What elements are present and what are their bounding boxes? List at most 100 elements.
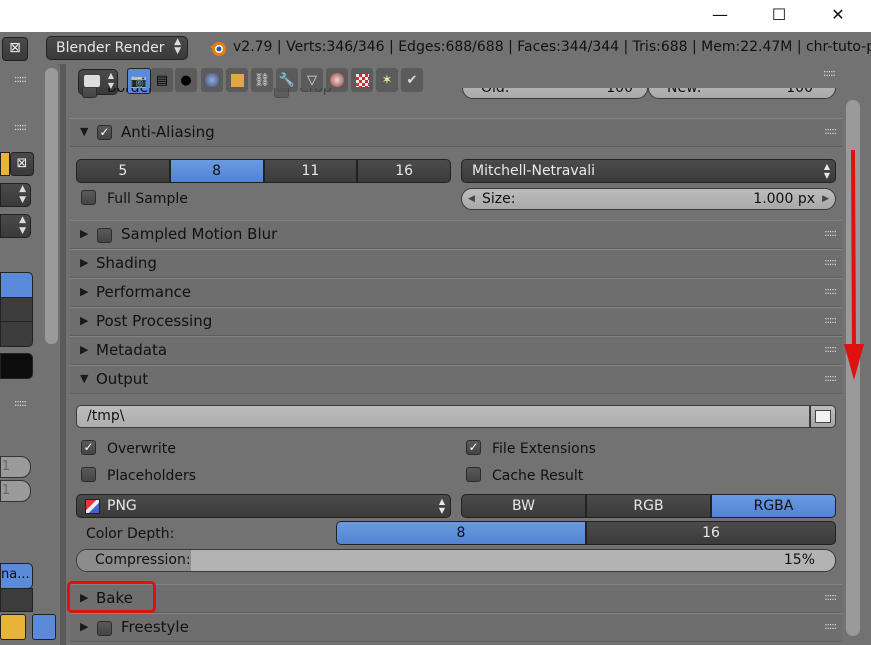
crop-checkbox[interactable] bbox=[274, 88, 289, 98]
drag-grip-icon[interactable]: ::::: bbox=[824, 126, 837, 137]
drag-grip-icon[interactable]: ::::: bbox=[824, 592, 837, 603]
folder-icon bbox=[815, 409, 831, 423]
drag-grip-icon[interactable]: ::::: bbox=[14, 122, 27, 133]
shading-section-header[interactable]: ▶ Shading ::::: bbox=[70, 249, 842, 278]
drag-grip-icon[interactable]: ::::: bbox=[824, 344, 837, 355]
color-mode-rgba[interactable]: RGBA bbox=[711, 494, 836, 518]
left-list-item[interactable] bbox=[0, 297, 33, 323]
aa-filter-dropdown[interactable]: Mitchell-Netravali ▲ ▼ bbox=[461, 159, 836, 183]
cache-result-label: Cache Result bbox=[492, 468, 584, 484]
file-format-dropdown[interactable]: PNG ▲ ▼ bbox=[76, 494, 451, 518]
left-scrollbar[interactable] bbox=[45, 68, 58, 344]
output-path-value: /tmp\ bbox=[87, 408, 125, 424]
left-number-field[interactable]: 1 bbox=[0, 456, 31, 478]
bake-highlight-box bbox=[67, 581, 156, 613]
aa-sample-5[interactable]: 5 bbox=[76, 159, 170, 183]
aa-sample-8[interactable]: 8 bbox=[169, 159, 264, 183]
compression-label: Compression: bbox=[95, 552, 191, 568]
left-list-selected[interactable] bbox=[0, 272, 33, 299]
drag-grip-icon[interactable]: ::::: bbox=[14, 398, 27, 409]
expanded-triangle-icon: ▼ bbox=[80, 125, 89, 138]
drag-grip-icon[interactable]: ::::: bbox=[824, 228, 837, 239]
image-editor-icon[interactable] bbox=[0, 614, 26, 640]
updown-arrows-icon: ▲ ▼ bbox=[438, 497, 445, 515]
placeholders-label: Placeholders bbox=[107, 468, 197, 484]
color-mode-rgb[interactable]: RGB bbox=[586, 494, 711, 518]
output-path-input[interactable]: /tmp\ bbox=[76, 405, 810, 428]
full-sample-checkbox[interactable] bbox=[81, 190, 96, 205]
overwrite-checkbox[interactable]: ✓ bbox=[81, 440, 96, 455]
folder-icon[interactable] bbox=[0, 152, 10, 176]
left-buttons: ⊠ bbox=[0, 152, 34, 176]
anti-aliasing-section-header[interactable]: ▼ ✓ Anti-Aliasing ::::: bbox=[70, 118, 842, 147]
crop-label: Crop bbox=[299, 88, 332, 96]
compression-slider[interactable]: Compression: 15% bbox=[76, 549, 836, 572]
aa-samples-selector: 5 8 11 16 bbox=[76, 159, 451, 183]
placeholders-checkbox[interactable] bbox=[81, 467, 96, 482]
left-selected-button[interactable]: na... bbox=[0, 563, 33, 589]
browse-folder-button[interactable] bbox=[810, 405, 836, 428]
color-depth-label: Color Depth: bbox=[86, 526, 175, 542]
time-new-field[interactable]: New: 100 bbox=[648, 88, 836, 99]
maximize-button[interactable]: ☐ bbox=[756, 0, 802, 28]
grid-icon[interactable] bbox=[32, 614, 56, 640]
increment-arrow-icon[interactable]: ▶ bbox=[822, 189, 829, 209]
left-list-item[interactable] bbox=[0, 321, 33, 347]
new-label: New: bbox=[667, 88, 702, 96]
sampled-motion-blur-section-header[interactable]: ▶ Sampled Motion Blur ::::: bbox=[70, 220, 842, 249]
aa-sample-11[interactable]: 11 bbox=[263, 159, 358, 183]
bake-section-header[interactable]: ▶ Bake ::::: bbox=[70, 584, 842, 613]
left-dropdown-1[interactable]: ▲ ▼ bbox=[0, 183, 31, 207]
close-icon: ✕ bbox=[831, 4, 845, 24]
anti-aliasing-checkbox[interactable]: ✓ bbox=[97, 125, 112, 140]
file-format-label: PNG bbox=[107, 498, 137, 514]
scroll-down-annotation-arrow-icon bbox=[844, 149, 864, 380]
properties-icon bbox=[84, 75, 100, 87]
border-checkbox[interactable] bbox=[82, 88, 97, 98]
metadata-title: Metadata bbox=[96, 341, 168, 359]
metadata-section-header[interactable]: ▶ Metadata ::::: bbox=[70, 336, 842, 365]
filter-size-field[interactable]: ◀ Size: 1.000 px ▶ bbox=[461, 188, 836, 210]
drag-grip-icon[interactable]: ::::: bbox=[824, 373, 837, 384]
collapsed-triangle-icon: ▶ bbox=[80, 256, 89, 269]
drag-grip-icon[interactable]: ::::: bbox=[823, 68, 836, 79]
color-depth-8[interactable]: 8 bbox=[336, 521, 586, 545]
x-icon: ⊠ bbox=[9, 40, 21, 56]
cache-result-checkbox[interactable] bbox=[466, 467, 481, 482]
updown-arrows-icon: ▲ ▼ bbox=[174, 37, 181, 56]
drag-grip-icon[interactable]: ::::: bbox=[824, 257, 837, 268]
size-label: Size: bbox=[482, 191, 516, 207]
time-old-field[interactable]: Old: 100 bbox=[462, 88, 648, 99]
color-depth-selector: 8 16 bbox=[336, 521, 836, 545]
sampled-motion-blur-checkbox[interactable] bbox=[97, 228, 112, 243]
freestyle-title: Freestyle bbox=[121, 618, 189, 636]
decrement-arrow-icon[interactable]: ◀ bbox=[468, 189, 475, 209]
close-area-button[interactable]: ⊠ bbox=[2, 37, 28, 61]
file-extensions-checkbox[interactable]: ✓ bbox=[466, 440, 481, 455]
freestyle-checkbox[interactable] bbox=[97, 621, 112, 636]
color-swatch[interactable] bbox=[0, 353, 33, 379]
expanded-triangle-icon: ▼ bbox=[80, 372, 89, 385]
color-mode-bw[interactable]: BW bbox=[461, 494, 586, 518]
aa-sample-16[interactable]: 16 bbox=[357, 159, 451, 183]
drag-grip-icon[interactable]: ::::: bbox=[824, 315, 837, 326]
post-processing-section-header[interactable]: ▶ Post Processing ::::: bbox=[70, 307, 842, 336]
drag-grip-icon[interactable]: ::::: bbox=[824, 286, 837, 297]
minimize-icon: — bbox=[712, 4, 728, 24]
minimize-button[interactable]: — bbox=[697, 0, 743, 28]
remove-button[interactable]: ⊠ bbox=[10, 152, 34, 176]
render-engine-dropdown[interactable]: Blender Render ▲ ▼ bbox=[46, 36, 188, 60]
output-section-header[interactable]: ▼ Output ::::: bbox=[70, 365, 842, 394]
left-number-field[interactable]: 1 bbox=[0, 480, 31, 502]
freestyle-section-header[interactable]: ▶ Freestyle ::::: bbox=[70, 613, 842, 642]
color-depth-16[interactable]: 16 bbox=[586, 521, 836, 545]
drag-grip-icon[interactable]: ::::: bbox=[14, 74, 27, 85]
blender-logo-icon bbox=[208, 38, 228, 58]
drag-grip-icon[interactable]: ::::: bbox=[824, 621, 837, 632]
performance-section-header[interactable]: ▶ Performance ::::: bbox=[70, 278, 842, 307]
size-value: 1.000 px bbox=[753, 191, 815, 207]
image-file-icon bbox=[85, 499, 100, 514]
close-window-button[interactable]: ✕ bbox=[815, 0, 861, 28]
left-list-item[interactable] bbox=[0, 588, 33, 612]
left-dropdown-2[interactable]: ▲ ▼ bbox=[0, 214, 31, 238]
